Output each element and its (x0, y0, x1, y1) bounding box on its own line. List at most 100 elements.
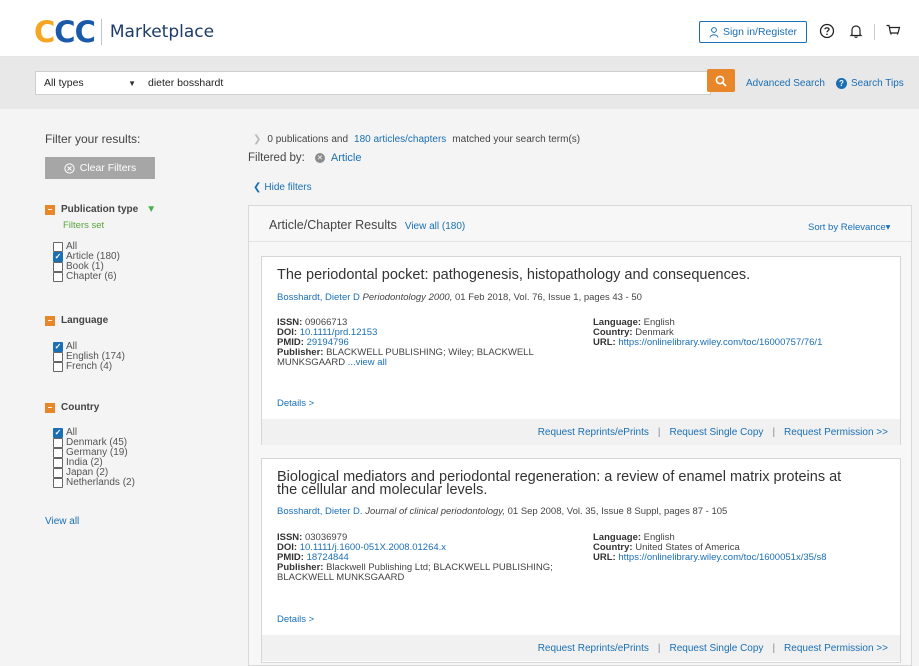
result-card: The periodontal pocket: pathogenesis, hi… (261, 256, 901, 445)
view-all-results-link[interactable]: View all (180) (405, 221, 465, 232)
sort-label: Sort by Relevance (808, 222, 886, 233)
result-citation: Bosshardt, Dieter D. Journal of clinical… (277, 506, 727, 517)
card-actions: Request Reprints/ePrints | Request Singl… (262, 419, 900, 445)
language-options: ✓ All English (174) French (4) (53, 342, 125, 372)
details-link[interactable]: Details > (277, 398, 314, 409)
pub-info: 01 Feb 2018, Vol. 76, Issue 1, pages 43 … (454, 292, 642, 303)
clear-filters-button[interactable]: Clear Filters (45, 157, 155, 179)
question-icon: ? (836, 78, 847, 89)
chevron-right-icon: ❯ (253, 134, 262, 145)
publisher-value-cont: MUNKSGAARD (277, 357, 346, 368)
summary-tail: matched your search term(s) (452, 134, 581, 145)
result-card: Biological mediators and periodontal reg… (261, 458, 901, 663)
collapse-icon: − (45, 402, 55, 413)
request-permission-link[interactable]: Request Permission >> (784, 643, 888, 654)
clear-filters-label: Clear Filters (79, 162, 137, 174)
option-chapter[interactable]: Chapter (6) (53, 272, 120, 282)
label: URL: (593, 552, 616, 563)
request-single-copy-link[interactable]: Request Single Copy (669, 427, 763, 438)
sign-in-button[interactable]: Sign in/Register (699, 21, 807, 43)
metadata-left: ISSN: 03036979 DOI: 10.1111/j.1600-051X.… (277, 533, 577, 583)
result-title[interactable]: The periodontal pocket: pathogenesis, hi… (277, 268, 750, 283)
advanced-search-link[interactable]: Advanced Search (746, 78, 825, 89)
facet-title: Language (61, 315, 109, 326)
checkbox-checked[interactable]: ✓ (53, 341, 63, 352)
checkbox[interactable] (53, 261, 63, 272)
caret-down-icon: ▾ (885, 222, 891, 233)
metadata-right: Language: English Country: Denmark URL: … (593, 318, 903, 348)
publisher-view-all-link[interactable]: ...view all (348, 357, 387, 368)
filter-funnel-icon: ▼ (146, 204, 157, 215)
results-summary: ❯ 0 publications and 180 articles/chapte… (253, 134, 580, 145)
checkbox[interactable] (53, 271, 63, 282)
option-label: Netherlands (2) (66, 476, 135, 488)
chevron-left-icon: ❮ (253, 182, 262, 193)
result-title-line2[interactable]: the cellular and molecular levels. (277, 483, 487, 498)
author-link[interactable]: Bosshardt, Dieter D (277, 292, 360, 303)
request-reprints-link[interactable]: Request Reprints/ePrints (538, 643, 649, 654)
option-netherlands[interactable]: Netherlands (2) (53, 478, 135, 488)
checkbox[interactable] (53, 361, 63, 372)
option-label: French (4) (66, 360, 113, 372)
checkbox[interactable] (53, 241, 63, 252)
request-single-copy-link[interactable]: Request Single Copy (669, 643, 763, 654)
logo-divider (100, 19, 102, 45)
search-tips-link[interactable]: ? Search Tips (836, 78, 904, 89)
checkbox[interactable] (53, 437, 63, 448)
search-icon (715, 75, 727, 87)
header-divider (874, 24, 875, 40)
separator: | (657, 426, 661, 438)
logo-mark: CCC (34, 15, 96, 49)
type-select[interactable]: All types ▼ (36, 72, 144, 94)
search-button[interactable] (707, 69, 735, 92)
checkbox[interactable] (53, 351, 63, 362)
checkbox-checked[interactable]: ✓ (53, 427, 63, 438)
view-all-countries-link[interactable]: View all (45, 516, 79, 527)
journal-name: Periodontology 2000, (362, 292, 453, 303)
active-filter[interactable]: Article (331, 152, 362, 164)
facet-language[interactable]: − Language (45, 315, 108, 326)
facet-title: Country (61, 402, 100, 413)
search-tips-label: Search Tips (851, 78, 904, 89)
request-permission-link[interactable]: Request Permission >> (784, 427, 888, 438)
filtered-by-label: Filtered by: (248, 152, 305, 164)
search-input[interactable] (144, 72, 710, 94)
help-icon[interactable] (818, 22, 836, 40)
facet-country[interactable]: − Country (45, 402, 99, 413)
url-link[interactable]: https://onlinelibrary.wiley.com/toc/1600… (618, 552, 826, 563)
pub-info: 01 Sep 2008, Vol. 35, Issue 8 Suppl, pag… (507, 506, 728, 517)
sort-dropdown[interactable]: Sort by Relevance▾ (808, 222, 890, 233)
metadata-right: Language: English Country: United States… (593, 533, 903, 563)
result-citation: Bosshardt, Dieter D Periodontology 2000,… (277, 292, 642, 303)
option-french[interactable]: French (4) (53, 362, 125, 372)
checkbox[interactable] (53, 477, 63, 488)
bell-icon[interactable] (847, 22, 865, 40)
metadata-left: ISSN: 09066713 DOI: 10.1111/prd.12153 PM… (277, 318, 577, 368)
url-link[interactable]: https://onlinelibrary.wiley.com/toc/1600… (618, 337, 822, 348)
details-link[interactable]: Details > (277, 614, 314, 625)
hide-filters-link[interactable]: ❮ Hide filters (253, 182, 312, 193)
publication-type-options: All ✓ Article (180) Book (1) Chapter (6) (53, 242, 120, 282)
author-link[interactable]: Bosshardt, Dieter D. (277, 506, 363, 517)
checkbox[interactable] (53, 447, 63, 458)
filtered-by: Filtered by: ✕ Article (248, 152, 361, 164)
checkbox[interactable] (53, 467, 63, 478)
separator: | (657, 642, 661, 654)
checkbox[interactable] (53, 457, 63, 468)
publisher-value-cont: BLACKWELL MUNKSGAARD (277, 572, 405, 583)
journal-name: Journal of clinical periodontology, (365, 506, 505, 517)
separator: | (772, 642, 776, 654)
request-reprints-link[interactable]: Request Reprints/ePrints (538, 427, 649, 438)
facet-title: Publication type (61, 204, 139, 215)
remove-filter-icon[interactable]: ✕ (314, 153, 325, 163)
results-heading: Article/Chapter Results View all (180) (269, 218, 465, 232)
divider (249, 241, 911, 242)
articles-count-link[interactable]: 180 articles/chapters (354, 134, 446, 145)
ccc-logo[interactable]: CCC Marketplace (34, 17, 214, 47)
checkbox-checked[interactable]: ✓ (53, 251, 63, 262)
cart-icon[interactable] (884, 22, 902, 40)
separator: | (772, 426, 776, 438)
facet-publication-type[interactable]: − Publication type ▼ (45, 204, 156, 215)
filter-title: Filter your results: (45, 132, 141, 146)
results-title: Article/Chapter Results (269, 218, 397, 232)
